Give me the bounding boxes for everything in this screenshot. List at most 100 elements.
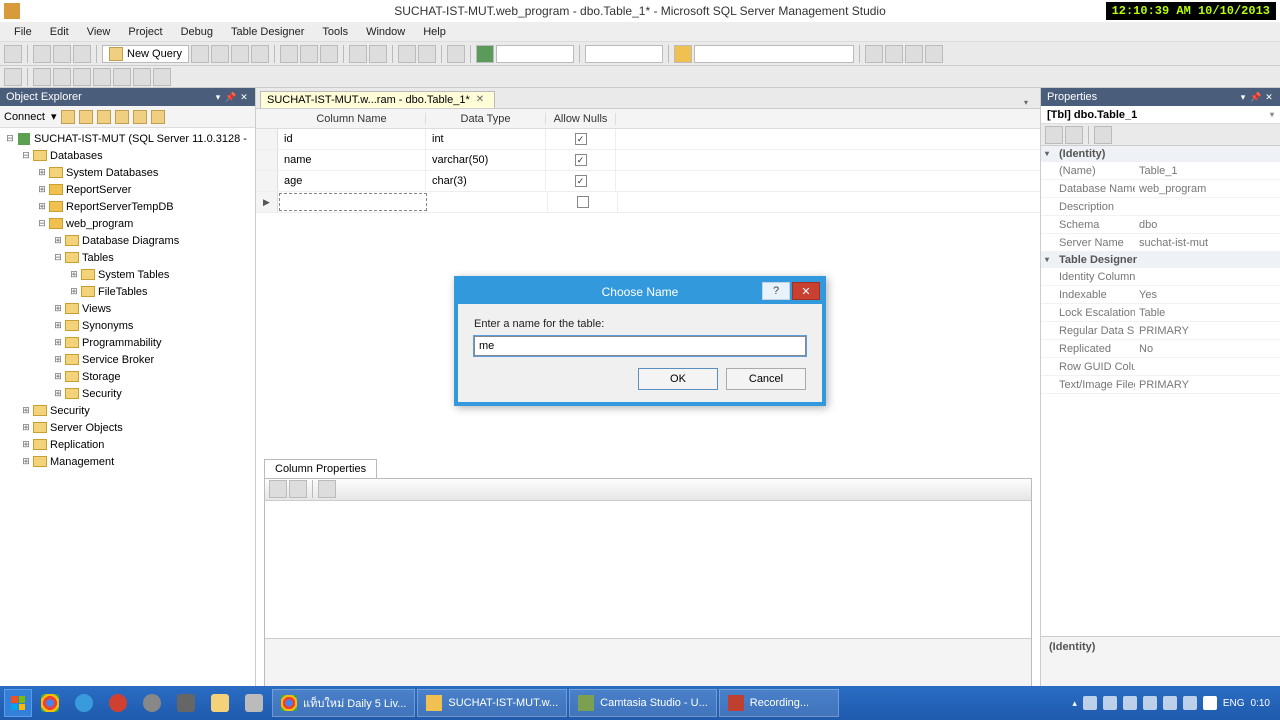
undo-button[interactable] — [349, 45, 367, 63]
props-pages-button[interactable] — [1094, 126, 1112, 144]
oe-disconnect-icon[interactable] — [79, 110, 93, 124]
oe-connect-icon[interactable] — [61, 110, 75, 124]
nav-back-button[interactable] — [398, 45, 416, 63]
cancel-button[interactable]: Cancel — [726, 368, 806, 390]
prop-row[interactable]: IndexableYes — [1041, 286, 1280, 304]
menu-file[interactable]: File — [6, 24, 40, 40]
taskbar-app1-icon[interactable] — [102, 689, 134, 717]
relationships-button[interactable] — [53, 68, 71, 86]
tree-server[interactable]: ⊟SUCHAT-IST-MUT (SQL Server 11.0.3128 - — [0, 130, 255, 147]
taskbar-app2-icon[interactable] — [136, 689, 168, 717]
menu-window[interactable]: Window — [358, 24, 413, 40]
tree-database-diagrams[interactable]: ⊞Database Diagrams — [0, 232, 255, 249]
prop-row[interactable]: ReplicatedNo — [1041, 340, 1280, 358]
save-all-button[interactable] — [73, 45, 91, 63]
prop-category-designer[interactable]: Table Designer — [1041, 252, 1280, 268]
tray-volume-icon[interactable] — [1123, 696, 1137, 710]
analysis-query-button[interactable] — [211, 45, 229, 63]
dmx-query-button[interactable] — [251, 45, 269, 63]
taskbar-task[interactable]: Camtasia Studio - U... — [569, 689, 717, 717]
taskbar-app3-icon[interactable] — [170, 689, 202, 717]
alphabetical-button[interactable] — [289, 480, 307, 498]
spatial-indexes-button[interactable] — [153, 68, 171, 86]
object-explorer-button[interactable] — [885, 45, 903, 63]
debug-target-combo[interactable] — [496, 45, 574, 63]
copy-button[interactable] — [300, 45, 318, 63]
prop-category-identity[interactable]: (Identity) — [1041, 146, 1280, 162]
props-categorized-button[interactable] — [1045, 126, 1063, 144]
prop-row[interactable]: Row GUID Colum — [1041, 358, 1280, 376]
tree-reportservertempdb[interactable]: ⊞ReportServerTempDB — [0, 198, 255, 215]
activity-button[interactable] — [447, 45, 465, 63]
prop-row[interactable]: Text/Image FilegrPRIMARY — [1041, 376, 1280, 394]
xml-indexes-button[interactable] — [133, 68, 151, 86]
new-query-button[interactable]: New Query — [102, 45, 189, 63]
prop-row[interactable]: Lock EscalationTable — [1041, 304, 1280, 322]
tray-action-center-icon[interactable] — [1203, 696, 1217, 710]
prop-row[interactable]: (Name)Table_1 — [1041, 162, 1280, 180]
menu-project[interactable]: Project — [120, 24, 170, 40]
document-tab[interactable]: SUCHAT-IST-MUT.w...ram - dbo.Table_1* ✕ — [260, 91, 495, 108]
oe-close-icon[interactable]: ✕ — [239, 92, 249, 102]
menu-view[interactable]: View — [79, 24, 119, 40]
tray-icon[interactable] — [1183, 696, 1197, 710]
prop-row[interactable]: Server Namesuchat-ist-mut — [1041, 234, 1280, 252]
new-project-button[interactable] — [4, 45, 22, 63]
props-close-icon[interactable]: ✕ — [1264, 92, 1274, 102]
registered-servers-button[interactable] — [865, 45, 883, 63]
tray-network-icon[interactable] — [1143, 696, 1157, 710]
oe-stop-icon[interactable] — [97, 110, 111, 124]
mdx-query-button[interactable] — [231, 45, 249, 63]
prop-row[interactable]: Schemadbo — [1041, 216, 1280, 234]
tree-system-tables[interactable]: ⊞System Tables — [0, 266, 255, 283]
paste-button[interactable] — [320, 45, 338, 63]
tree-security-db[interactable]: ⊞Security — [0, 385, 255, 402]
tab-overflow-icon[interactable]: ▾ — [1024, 98, 1034, 108]
tray-icon[interactable] — [1103, 696, 1117, 710]
menu-debug[interactable]: Debug — [173, 24, 221, 40]
properties-target[interactable]: [Tbl] dbo.Table_1▾ — [1041, 106, 1280, 124]
find-combo[interactable] — [585, 45, 663, 63]
taskbar-task[interactable]: แท็บใหม่ Daily 5 Liv... — [272, 689, 415, 717]
taskbar-explorer-icon[interactable] — [204, 689, 236, 717]
dialog-help-button[interactable]: ? — [762, 282, 790, 300]
indexes-button[interactable] — [73, 68, 91, 86]
db-engine-query-button[interactable] — [191, 45, 209, 63]
menu-tools[interactable]: Tools — [314, 24, 356, 40]
table-row[interactable]: age char(3) ✓ — [256, 171, 1040, 192]
property-pages-button[interactable] — [318, 480, 336, 498]
generate-script-button[interactable] — [4, 68, 22, 86]
table-row-new[interactable]: ▶ — [256, 192, 1040, 213]
oe-filter-icon[interactable] — [115, 110, 129, 124]
tree-tables[interactable]: ⊟Tables — [0, 249, 255, 266]
taskbar-app4-icon[interactable] — [238, 689, 270, 717]
allow-nulls-checkbox[interactable]: ✓ — [575, 133, 587, 145]
tree-server-objects[interactable]: ⊞Server Objects — [0, 419, 255, 436]
taskbar-chrome-icon[interactable] — [34, 689, 66, 717]
dialog-titlebar[interactable]: Choose Name ? ✕ — [458, 280, 822, 304]
template-browser-button[interactable] — [905, 45, 923, 63]
tree-programmability[interactable]: ⊞Programmability — [0, 334, 255, 351]
menu-help[interactable]: Help — [415, 24, 454, 40]
taskbar-ie-icon[interactable] — [68, 689, 100, 717]
tree-databases[interactable]: ⊟Databases — [0, 147, 255, 164]
prop-row[interactable]: Regular Data SpacPRIMARY — [1041, 322, 1280, 340]
tray-icon[interactable] — [1163, 696, 1177, 710]
tree-service-broker[interactable]: ⊞Service Broker — [0, 351, 255, 368]
menu-table-designer[interactable]: Table Designer — [223, 24, 312, 40]
fulltext-button[interactable] — [113, 68, 131, 86]
database-selector[interactable] — [694, 45, 854, 63]
tree-views[interactable]: ⊞Views — [0, 300, 255, 317]
tree-management[interactable]: ⊞Management — [0, 453, 255, 470]
prop-row[interactable]: Database Nameweb_program — [1041, 180, 1280, 198]
categorized-button[interactable] — [269, 480, 287, 498]
connect-button[interactable]: Connect — [4, 111, 45, 123]
database-selector-icon[interactable] — [674, 45, 692, 63]
properties-window-button[interactable] — [925, 45, 943, 63]
table-row[interactable]: name varchar(50) ✓ — [256, 150, 1040, 171]
tray-clock[interactable]: 0:10 — [1251, 698, 1270, 709]
new-column-name-cell[interactable] — [279, 193, 427, 211]
start-debug-button[interactable] — [476, 45, 494, 63]
cut-button[interactable] — [280, 45, 298, 63]
table-name-input[interactable] — [474, 336, 806, 356]
